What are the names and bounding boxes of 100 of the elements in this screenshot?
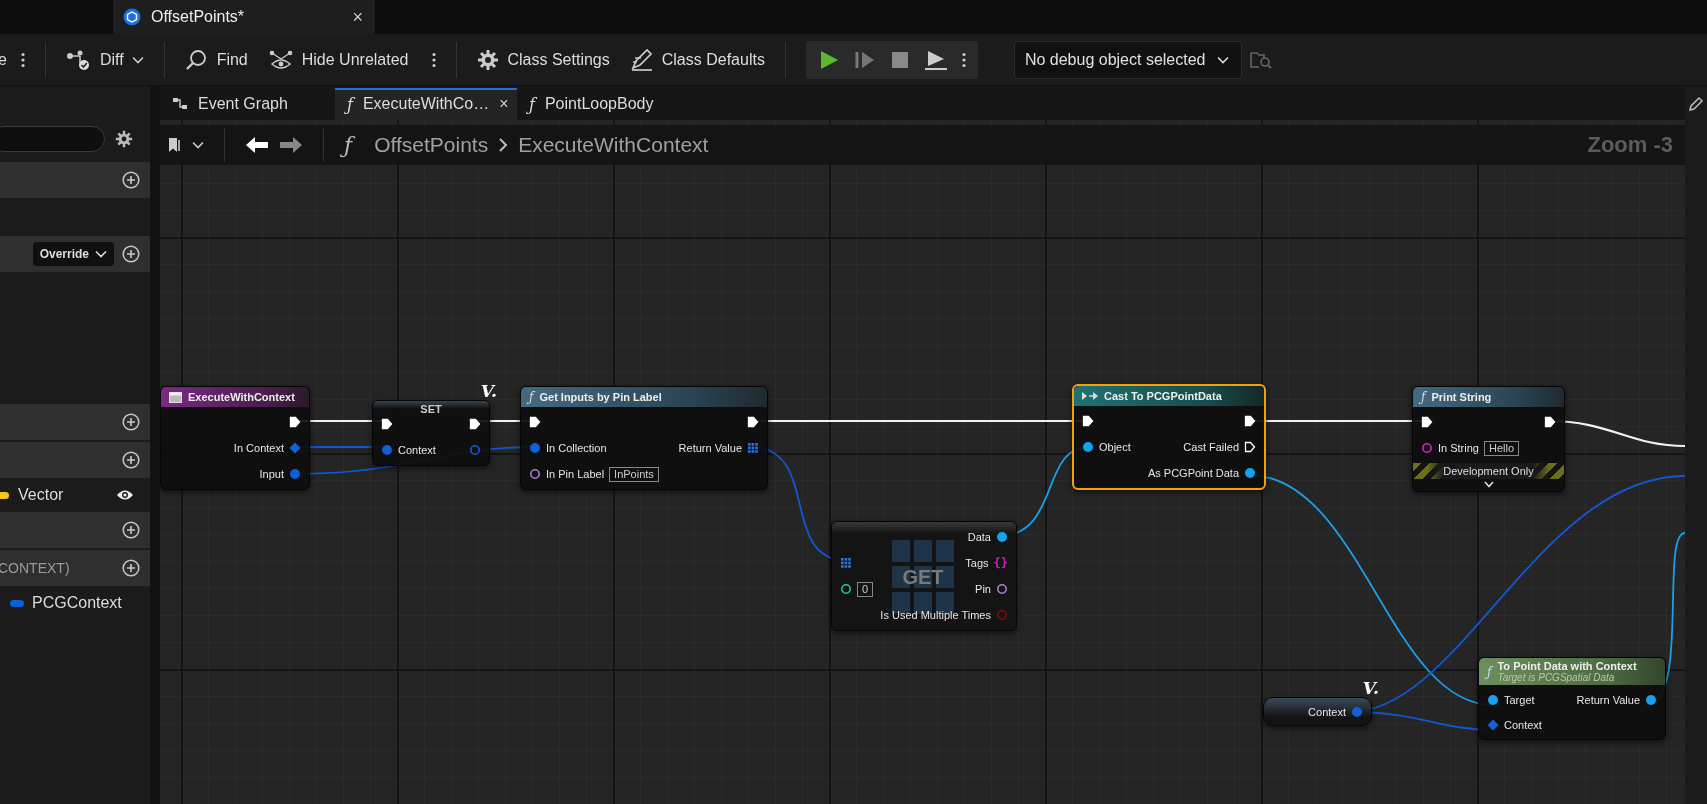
expand-icon[interactable] [1483, 481, 1494, 488]
pin-label: In String [1438, 442, 1479, 454]
close-button[interactable]: × [499, 95, 509, 113]
add-icon[interactable] [122, 559, 140, 577]
data-pin[interactable] [840, 583, 852, 595]
blueprint-node[interactable]: Cast To PCGPointData Object Cast Failed As PCGPoint Data [1072, 384, 1266, 490]
caret-icon [1217, 55, 1230, 64]
more-icon[interactable] [961, 51, 966, 68]
data-pin[interactable] [1421, 442, 1433, 454]
find-object-icon[interactable] [1250, 49, 1273, 70]
diff-button[interactable]: Diff [55, 41, 154, 78]
variable-name[interactable]: PCGContext [32, 594, 122, 612]
pin-label: Data [967, 531, 991, 543]
more-icon[interactable] [432, 51, 437, 68]
hide-unrelated-button[interactable]: Hide Unrelated [257, 41, 419, 78]
data-pin[interactable] [1244, 467, 1256, 479]
eject-icon[interactable] [923, 48, 948, 71]
stop-icon[interactable] [889, 49, 910, 70]
node-title: GET [901, 566, 945, 589]
exec-pin[interactable] [1544, 416, 1556, 428]
add-icon[interactable] [122, 413, 140, 431]
zoom-level: Zoom -3 [1587, 132, 1673, 158]
variable-name[interactable]: Vector [18, 486, 64, 504]
blueprint-node[interactable]: ƒ Get Inputs by Pin Label In Collection Return Value In Pin Label InPoints [520, 386, 768, 490]
debug-object-dropdown[interactable]: No debug object selected [1013, 40, 1243, 79]
value-field[interactable]: 0 [857, 581, 874, 597]
forward-arrow-icon[interactable] [279, 136, 303, 154]
exec-pin[interactable] [1421, 416, 1433, 428]
data-pin[interactable] [1487, 693, 1499, 706]
blueprint-node[interactable]: ƒ Print String In String Hello Development Only [1412, 386, 1565, 492]
exec-pin[interactable] [381, 418, 393, 430]
pin-icon[interactable]: {} [993, 556, 1008, 570]
graph-tab[interactable]: Event Graph [160, 88, 335, 120]
caret-icon [95, 250, 107, 258]
exec-pin[interactable] [1082, 415, 1094, 427]
value-field[interactable]: InPoints [609, 466, 659, 482]
blueprint-node[interactable]: ExecuteWithContext In Context Input [160, 386, 310, 490]
data-pin[interactable] [840, 557, 852, 569]
eye-icon[interactable] [116, 489, 134, 501]
node-title: To Point Data with Context [1497, 660, 1637, 672]
pin-label: As PCGPoint Data [1147, 467, 1239, 479]
breadcrumb-item[interactable]: OffsetPoints [374, 133, 489, 157]
pin-label: Target [1504, 693, 1535, 706]
function-icon: ƒ [1487, 664, 1492, 679]
blueprint-node[interactable]: ƒ To Point Data with Context Target is PCGSpatial Data Target Return Value Context [1478, 657, 1666, 740]
add-icon[interactable] [122, 451, 140, 469]
node-title: ExecuteWithContext [188, 391, 295, 403]
pin-label: Context [398, 444, 436, 456]
graph-tab[interactable]: ƒ PointLoopBody [517, 88, 666, 120]
data-pin[interactable] [529, 468, 541, 480]
development-only-banner: Development Only [1413, 463, 1564, 479]
function-icon: ƒ [1421, 390, 1426, 404]
data-pin[interactable] [747, 442, 759, 454]
pin-label: Return Value [1576, 693, 1640, 706]
pin-label: Pin [975, 583, 991, 595]
blueprint-node[interactable]: GET Data Tags {} 0 Pin Is Used Multiple Times [831, 521, 1017, 631]
search-icon [184, 48, 209, 71]
node-title: Cast To PCGPointData [1104, 390, 1222, 402]
exec-pin[interactable] [1244, 415, 1256, 427]
value-field[interactable]: Hello [1483, 440, 1520, 456]
class-settings-button[interactable]: Class Settings [467, 41, 620, 78]
close-button[interactable]: × [352, 6, 363, 28]
data-pin[interactable] [996, 583, 1008, 595]
settings-icon[interactable] [115, 130, 133, 148]
pin-label: Is Used Multiple Times [880, 609, 991, 621]
data-pin[interactable] [1645, 693, 1657, 706]
back-arrow-icon[interactable] [245, 136, 269, 154]
breadcrumb-item[interactable]: ExecuteWithContext [518, 133, 709, 157]
add-icon[interactable] [122, 521, 140, 539]
pin-label: Return Value [678, 442, 742, 454]
pin-label: Input [259, 468, 284, 480]
graph-icon [172, 96, 188, 112]
exec-pin[interactable] [1244, 441, 1256, 453]
caret-icon[interactable] [192, 141, 204, 149]
chevron-icon [498, 137, 509, 153]
pencil-icon[interactable] [1688, 96, 1704, 112]
function-icon: ƒ [529, 390, 534, 404]
exec-pin[interactable] [747, 416, 759, 428]
data-pin[interactable] [1082, 441, 1094, 453]
search-field[interactable] [0, 126, 105, 152]
bookmark-icon[interactable] [168, 137, 182, 153]
section-header[interactable]: Override [0, 236, 150, 272]
node-title: Print String [1431, 391, 1492, 403]
exec-pin[interactable] [469, 418, 481, 430]
document-title: OffsetPoints* [151, 8, 246, 26]
pin-label: In Pin Label [546, 468, 605, 480]
more-icon[interactable] [20, 51, 25, 68]
exec-pin[interactable] [289, 416, 301, 428]
add-icon[interactable] [122, 171, 140, 189]
add-icon[interactable] [122, 245, 140, 263]
document-tab[interactable]: OffsetPoints* × [113, 0, 375, 34]
find-button[interactable]: Find [174, 41, 258, 78]
caret-icon [131, 55, 144, 64]
override-dropdown[interactable]: Override [32, 242, 114, 266]
class-defaults-button[interactable]: Class Defaults [619, 41, 775, 78]
pin-label: Object [1099, 441, 1131, 453]
branch-icon [65, 48, 92, 71]
data-pin[interactable] [996, 531, 1008, 543]
exec-pin[interactable] [529, 416, 541, 428]
graph-tab[interactable]: ƒ ExecuteWithCo… × [335, 88, 517, 120]
